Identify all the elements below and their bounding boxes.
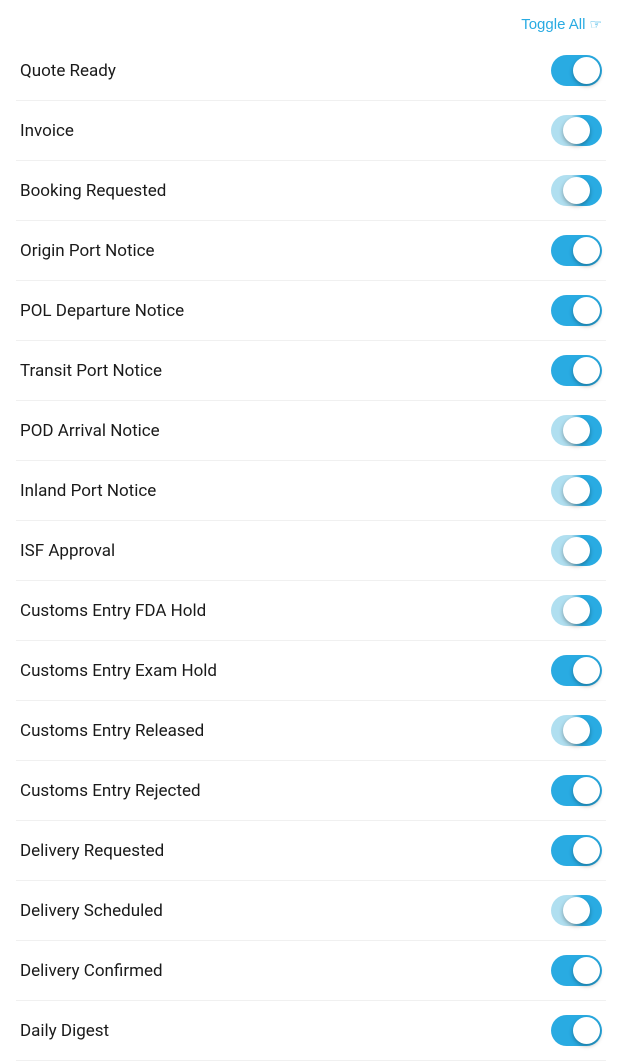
list-item-delivery-confirmed: Delivery Confirmed xyxy=(16,941,606,1001)
list-item-transit-port-notice: Transit Port Notice xyxy=(16,341,606,401)
label-invoice: Invoice xyxy=(20,121,74,141)
toggle-inland-port-notice[interactable] xyxy=(551,475,602,506)
list-item-pod-arrival-notice: POD Arrival Notice xyxy=(16,401,606,461)
list-item-origin-port-notice: Origin Port Notice xyxy=(16,221,606,281)
toggle-booking-requested[interactable] xyxy=(551,175,602,206)
toggle-invoice[interactable] xyxy=(551,115,602,146)
toggle-origin-port-notice[interactable] xyxy=(551,235,602,266)
label-customs-entry-exam-hold: Customs Entry Exam Hold xyxy=(20,661,217,681)
list-item-customs-entry-released: Customs Entry Released xyxy=(16,701,606,761)
toggle-daily-digest[interactable] xyxy=(551,1015,602,1046)
toggle-slider-quote-ready xyxy=(551,55,602,86)
toggle-customs-entry-fda-hold[interactable] xyxy=(551,595,602,626)
list-item-delivery-requested: Delivery Requested xyxy=(16,821,606,881)
label-isf-approval: ISF Approval xyxy=(20,541,115,561)
toggle-slider-daily-digest xyxy=(551,1015,602,1046)
toggle-slider-pol-departure-notice xyxy=(551,295,602,326)
cursor-icon: ☞ xyxy=(589,16,602,33)
toggle-all-row: Toggle All ☞ xyxy=(16,0,606,41)
label-customs-entry-fda-hold: Customs Entry FDA Hold xyxy=(20,601,206,621)
toggle-slider-customs-entry-released xyxy=(551,715,602,746)
toggle-slider-isf-approval xyxy=(551,535,602,566)
toggle-slider-delivery-scheduled xyxy=(551,895,602,926)
toggle-isf-approval[interactable] xyxy=(551,535,602,566)
list-item-customs-entry-fda-hold: Customs Entry FDA Hold xyxy=(16,581,606,641)
label-customs-entry-released: Customs Entry Released xyxy=(20,721,204,741)
label-inland-port-notice: Inland Port Notice xyxy=(20,481,156,501)
label-pol-departure-notice: POL Departure Notice xyxy=(20,301,184,321)
toggle-slider-booking-requested xyxy=(551,175,602,206)
list-item-quote-ready: Quote Ready xyxy=(16,41,606,101)
notification-items-list: Quote Ready Invoice Booking Requested Origi… xyxy=(16,41,606,1061)
toggle-slider-delivery-confirmed xyxy=(551,955,602,986)
label-pod-arrival-notice: POD Arrival Notice xyxy=(20,421,160,441)
toggle-slider-delivery-requested xyxy=(551,835,602,866)
toggle-quote-ready[interactable] xyxy=(551,55,602,86)
toggle-slider-customs-entry-rejected xyxy=(551,775,602,806)
notification-settings-container: Toggle All ☞ Quote Ready Invoice Booking R… xyxy=(0,0,622,1061)
label-booking-requested: Booking Requested xyxy=(20,181,166,201)
label-customs-entry-rejected: Customs Entry Rejected xyxy=(20,781,201,801)
label-delivery-requested: Delivery Requested xyxy=(20,841,164,861)
toggle-slider-transit-port-notice xyxy=(551,355,602,386)
toggle-delivery-requested[interactable] xyxy=(551,835,602,866)
toggle-slider-origin-port-notice xyxy=(551,235,602,266)
toggle-delivery-confirmed[interactable] xyxy=(551,955,602,986)
toggle-customs-entry-rejected[interactable] xyxy=(551,775,602,806)
label-quote-ready: Quote Ready xyxy=(20,61,116,81)
list-item-inland-port-notice: Inland Port Notice xyxy=(16,461,606,521)
toggle-all-label: Toggle All xyxy=(521,16,585,33)
toggle-slider-customs-entry-exam-hold xyxy=(551,655,602,686)
list-item-daily-digest: Daily Digest xyxy=(16,1001,606,1061)
toggle-pol-departure-notice[interactable] xyxy=(551,295,602,326)
toggle-pod-arrival-notice[interactable] xyxy=(551,415,602,446)
list-item-delivery-scheduled: Delivery Scheduled xyxy=(16,881,606,941)
list-item-customs-entry-exam-hold: Customs Entry Exam Hold xyxy=(16,641,606,701)
toggle-delivery-scheduled[interactable] xyxy=(551,895,602,926)
toggle-slider-customs-entry-fda-hold xyxy=(551,595,602,626)
toggle-customs-entry-exam-hold[interactable] xyxy=(551,655,602,686)
label-delivery-scheduled: Delivery Scheduled xyxy=(20,901,163,921)
list-item-invoice: Invoice xyxy=(16,101,606,161)
list-item-customs-entry-rejected: Customs Entry Rejected xyxy=(16,761,606,821)
list-item-pol-departure-notice: POL Departure Notice xyxy=(16,281,606,341)
label-delivery-confirmed: Delivery Confirmed xyxy=(20,961,163,981)
list-item-booking-requested: Booking Requested xyxy=(16,161,606,221)
toggle-slider-invoice xyxy=(551,115,602,146)
toggle-all-button[interactable]: Toggle All ☞ xyxy=(521,16,602,33)
toggle-transit-port-notice[interactable] xyxy=(551,355,602,386)
label-daily-digest: Daily Digest xyxy=(20,1021,109,1041)
list-item-isf-approval: ISF Approval xyxy=(16,521,606,581)
label-origin-port-notice: Origin Port Notice xyxy=(20,241,155,261)
label-transit-port-notice: Transit Port Notice xyxy=(20,361,162,381)
toggle-slider-pod-arrival-notice xyxy=(551,415,602,446)
toggle-slider-inland-port-notice xyxy=(551,475,602,506)
toggle-customs-entry-released[interactable] xyxy=(551,715,602,746)
